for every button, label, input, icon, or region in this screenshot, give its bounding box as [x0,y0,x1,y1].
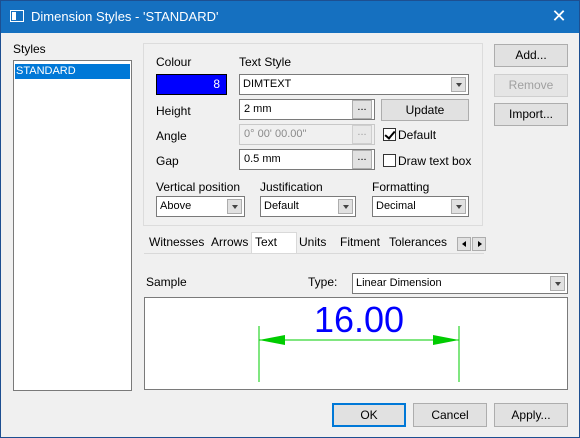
chevron-down-icon[interactable] [550,276,565,291]
justification-select[interactable]: Default [260,196,356,217]
gap-browse-button[interactable]: ... [352,150,372,169]
chevron-down-icon[interactable] [451,199,466,214]
vertical-position-select[interactable]: Above [156,196,245,217]
formatting-label: Formatting [372,180,430,194]
draw-text-box-checkbox[interactable] [383,154,396,167]
tab-units[interactable]: Units [296,233,329,253]
dimension-styles-dialog: Dimension Styles - 'STANDARD' ✕ Styles S… [0,0,580,438]
height-browse-button[interactable]: ... [352,100,372,119]
dimension-type-value: Linear Dimension [356,277,442,289]
text-style-select[interactable]: DIMTEXT [239,74,469,95]
apply-button[interactable]: Apply... [494,403,568,427]
tab-scroll-left-icon[interactable] [457,237,471,251]
sample-label: Sample [146,275,187,289]
window-icon [10,10,24,22]
colour-swatch-button[interactable]: 8 [156,74,227,95]
dimension-text: 16.00 [314,299,404,340]
formatting-select[interactable]: Decimal [372,196,469,217]
remove-button[interactable]: Remove [494,74,568,97]
height-value: 2 mm [244,103,272,115]
angle-browse-button[interactable]: ... [352,125,372,144]
import-button[interactable]: Import... [494,103,568,126]
dimension-preview-drawing: 16.00 [258,299,460,382]
tab-divider [144,253,484,254]
tab-arrows[interactable]: Arrows [208,233,251,253]
dimension-type-select[interactable]: Linear Dimension [352,273,568,294]
chevron-down-icon[interactable] [338,199,353,214]
cancel-button[interactable]: Cancel [413,403,487,427]
type-label: Type: [308,275,338,289]
ok-button[interactable]: OK [332,403,406,427]
tab-tolerances[interactable]: Tolerances [386,233,450,253]
draw-text-box-label[interactable]: Draw text box [398,154,471,168]
arrow-left [259,335,285,345]
arrow-right [433,335,459,345]
chevron-down-icon[interactable] [451,77,466,92]
gap-label: Gap [156,154,179,168]
default-checkbox[interactable] [383,128,396,141]
sample-preview: 16.00 [144,297,568,390]
angle-label: Angle [156,129,187,143]
gap-value: 0.5 mm [244,153,281,165]
tab-witnesses[interactable]: Witnesses [146,233,207,253]
update-button[interactable]: Update [381,99,469,121]
style-item-standard[interactable]: STANDARD [15,64,130,79]
chevron-down-icon[interactable] [227,199,242,214]
justification-value: Default [264,200,299,212]
formatting-value: Decimal [376,200,416,212]
justification-label: Justification [260,180,323,194]
vertical-position-value: Above [160,200,192,212]
colour-label: Colour [156,55,192,69]
tab-scroll-right-icon[interactable] [472,237,486,251]
window-title: Dimension Styles - 'STANDARD' [31,9,219,24]
tab-text[interactable]: Text [251,232,297,253]
default-checkbox-label[interactable]: Default [398,128,436,142]
add-button[interactable]: Add... [494,44,568,67]
text-style-value: DIMTEXT [243,78,292,90]
text-style-label: Text Style [239,55,292,69]
tab-fitment[interactable]: Fitment [337,233,383,253]
height-label: Height [156,104,191,118]
styles-list[interactable]: STANDARD [13,60,132,391]
vertical-position-label: Vertical position [156,180,241,194]
title-bar[interactable]: Dimension Styles - 'STANDARD' ✕ [1,1,579,33]
close-icon[interactable]: ✕ [549,6,569,26]
styles-label: Styles [13,42,46,56]
angle-value: 0° 00' 00.00" [244,128,307,140]
